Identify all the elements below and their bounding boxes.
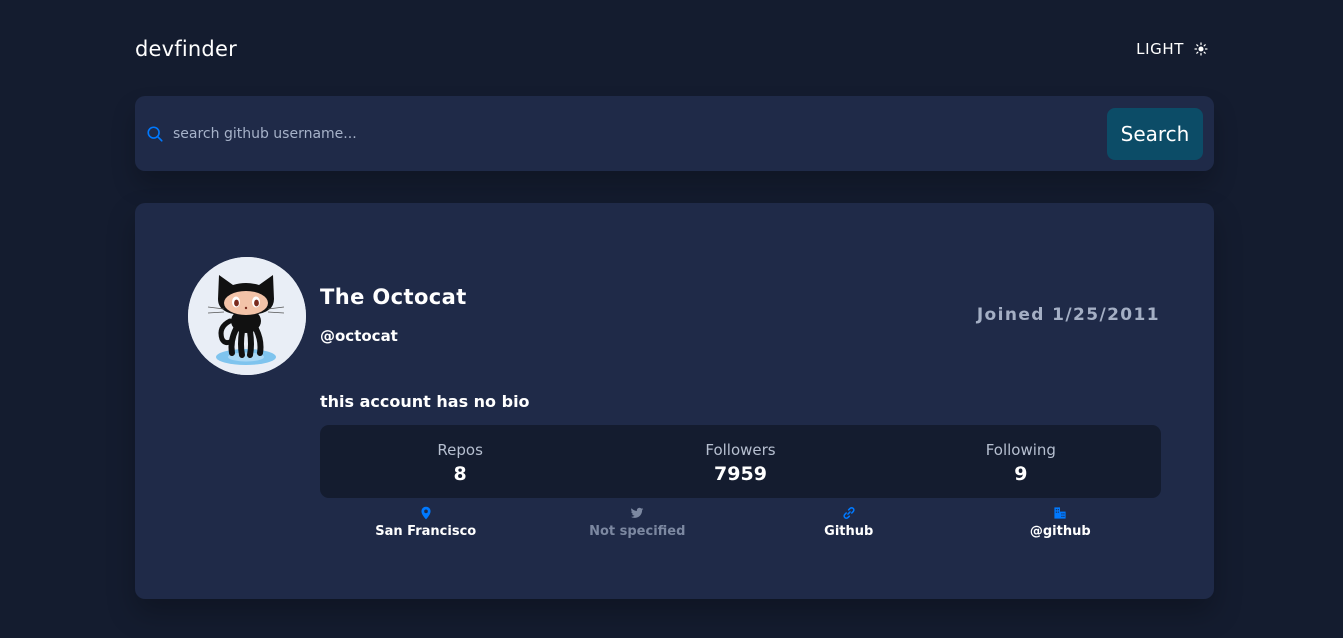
- profile-name: The Octocat: [320, 285, 467, 309]
- theme-toggle-label: LIGHT: [1136, 40, 1184, 58]
- stat-label: Following: [985, 440, 1056, 459]
- profile-login[interactable]: @octocat: [320, 327, 398, 345]
- link-location: San Francisco: [320, 506, 532, 550]
- sun-icon: [1194, 42, 1208, 56]
- link-twitter: Not specified: [532, 506, 744, 550]
- app-header: devfinder LIGHT: [135, 34, 1214, 64]
- search-button[interactable]: Search: [1107, 107, 1203, 160]
- company-building-icon: [1054, 507, 1066, 519]
- stat-followers: Followers 7959: [600, 425, 880, 498]
- avatar: [188, 257, 306, 375]
- stats-panel: Repos 8 Followers 7959 Following 9: [320, 425, 1161, 498]
- stat-value: 7959: [714, 462, 767, 485]
- location-text: San Francisco: [375, 524, 477, 539]
- stat-following: Following 9: [881, 425, 1161, 498]
- location-pin-icon: [421, 506, 431, 520]
- app-logo: devfinder: [135, 37, 237, 61]
- stat-value: 9: [1014, 462, 1028, 485]
- website-text[interactable]: Github: [824, 524, 873, 539]
- theme-toggle[interactable]: LIGHT: [1136, 40, 1214, 58]
- twitter-icon: [630, 507, 644, 518]
- profile-card: The Octocat @octocat Joined 1/25/2011 th…: [135, 203, 1214, 599]
- profile-links: San Francisco Not specified Github @gith…: [320, 506, 1166, 550]
- link-website[interactable]: Github: [743, 506, 955, 550]
- profile-bio: this account has no bio: [320, 392, 530, 411]
- search-input[interactable]: [173, 113, 1107, 154]
- stat-value: 8: [453, 462, 467, 485]
- twitter-text: Not specified: [589, 524, 686, 539]
- link-icon: [843, 507, 855, 519]
- octocat-avatar-image: [188, 257, 306, 375]
- stat-repos: Repos 8: [320, 425, 600, 498]
- stat-label: Repos: [437, 440, 483, 459]
- stat-label: Followers: [705, 440, 776, 459]
- company-text[interactable]: @github: [1030, 524, 1091, 539]
- joined-date: Joined 1/25/2011: [976, 305, 1160, 325]
- link-company: @github: [955, 506, 1167, 550]
- search-bar: Search: [135, 96, 1214, 171]
- search-icon: [147, 125, 163, 142]
- devfinder-app: devfinder LIGHT search github username..…: [0, 0, 1343, 638]
